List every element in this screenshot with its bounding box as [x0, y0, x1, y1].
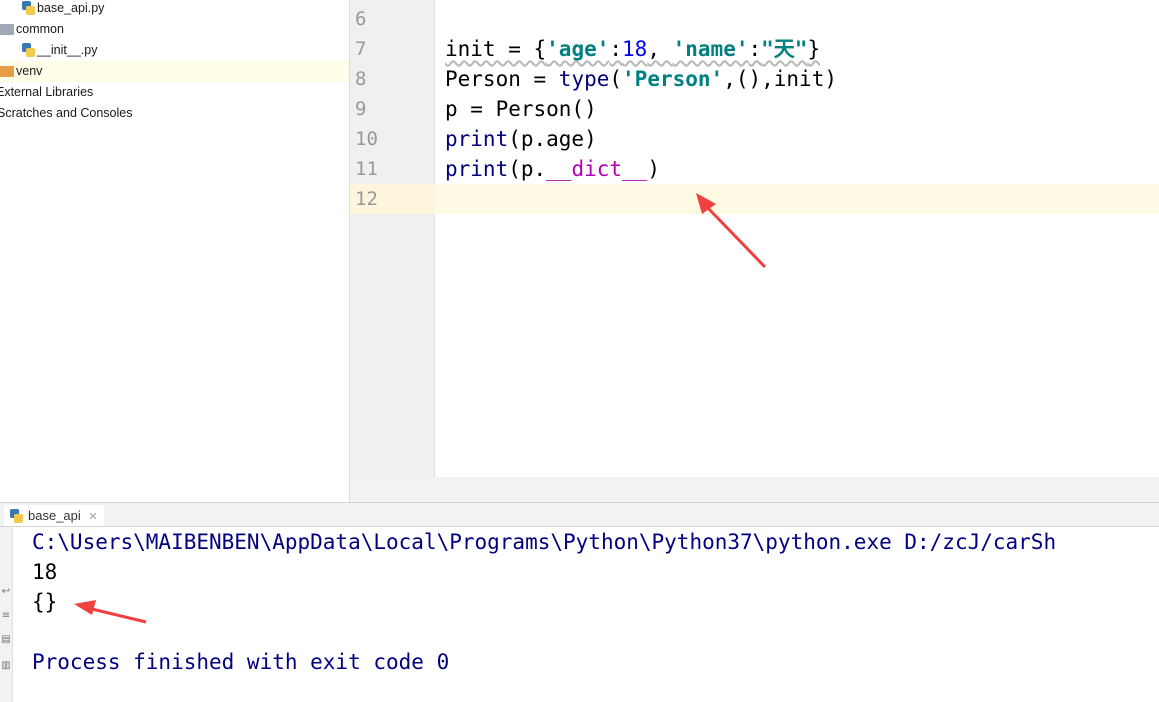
code-token: :: [748, 37, 762, 61]
console-output-line: {}: [32, 590, 58, 614]
tree-item-label: __init__.py: [37, 43, 98, 57]
editor-breadcrumb-bar: [350, 477, 1159, 502]
code-token-string: 'Person': [622, 67, 724, 91]
run-toolbar: ↩ ≡ ▤ ▥: [0, 527, 13, 702]
python-file-icon: [22, 43, 35, 57]
run-tab-base-api[interactable]: base_api ✕: [4, 505, 104, 526]
code-token-string: 'name': [672, 37, 749, 61]
line-number: 7: [355, 38, 367, 60]
code-token: Person =: [445, 67, 559, 91]
project-tree-panel: base_api.py common __init__.py venv Exte…: [0, 0, 349, 502]
soft-wrap-icon[interactable]: ↩: [1, 587, 11, 597]
code-token: :: [609, 37, 623, 61]
code-token: (p.age): [508, 127, 597, 151]
code-token: ): [647, 157, 660, 181]
console-output-line: 18: [32, 560, 58, 584]
python-file-icon: [22, 1, 35, 15]
run-tab-label: base_api: [28, 508, 81, 523]
line-number: 6: [355, 8, 367, 30]
code-line-9[interactable]: p = Person(): [445, 94, 597, 124]
annotation-arrow: [74, 600, 147, 624]
code-token-number: 18: [622, 37, 648, 61]
close-icon[interactable]: ✕: [88, 511, 97, 523]
code-token: ,(),init): [723, 67, 837, 91]
code-token-builtin: type: [558, 67, 610, 91]
code-line-11[interactable]: print(p.__dict__): [445, 154, 660, 184]
code-token: ,: [647, 37, 673, 61]
line-number: 10: [355, 128, 378, 150]
caret-row-highlight: [350, 184, 1159, 214]
tree-item-label: base_api.py: [37, 1, 105, 15]
code-token: init = {: [445, 37, 547, 61]
code-token-builtin: print: [445, 157, 509, 181]
code-token: (: [609, 67, 623, 91]
folder-icon: [0, 24, 14, 35]
code-line-7[interactable]: init = {'age':18, 'name':"天"}: [445, 34, 820, 64]
scroll-to-end-icon[interactable]: ≡: [1, 611, 11, 621]
code-token-builtin: print: [445, 127, 509, 151]
code-token-magic: __dict__: [546, 157, 648, 181]
line-number: 11: [355, 158, 378, 180]
delete-icon[interactable]: ▥: [1, 661, 11, 671]
code-token: (p.: [508, 157, 547, 181]
code-line-8[interactable]: Person = type('Person',(),init): [445, 64, 837, 94]
line-number: 9: [355, 98, 367, 120]
code-line-10[interactable]: print(p.age): [445, 124, 597, 154]
console-command-line: C:\Users\MAIBENBEN\AppData\Local\Program…: [32, 530, 1057, 554]
run-tool-window-header: base_api ✕: [0, 502, 1159, 527]
tree-item-label: common: [16, 22, 64, 36]
python-file-icon: [10, 509, 23, 523]
code-token: p = Person(): [445, 97, 597, 121]
console-exit-line: Process finished with exit code 0: [32, 650, 450, 674]
folder-icon: [0, 66, 14, 77]
code-token-string: "天": [761, 37, 808, 61]
tree-item-venv[interactable]: venv: [0, 61, 349, 82]
print-icon[interactable]: ▤: [1, 635, 11, 645]
tree-item-label: External Libraries: [0, 85, 94, 99]
code-token-string: 'age': [546, 37, 610, 61]
line-number: 12: [355, 188, 378, 210]
tree-item-label: Scratches and Consoles: [0, 106, 133, 120]
code-token: }: [807, 37, 821, 61]
tree-item-label: venv: [16, 64, 43, 78]
line-number: 8: [355, 68, 367, 90]
